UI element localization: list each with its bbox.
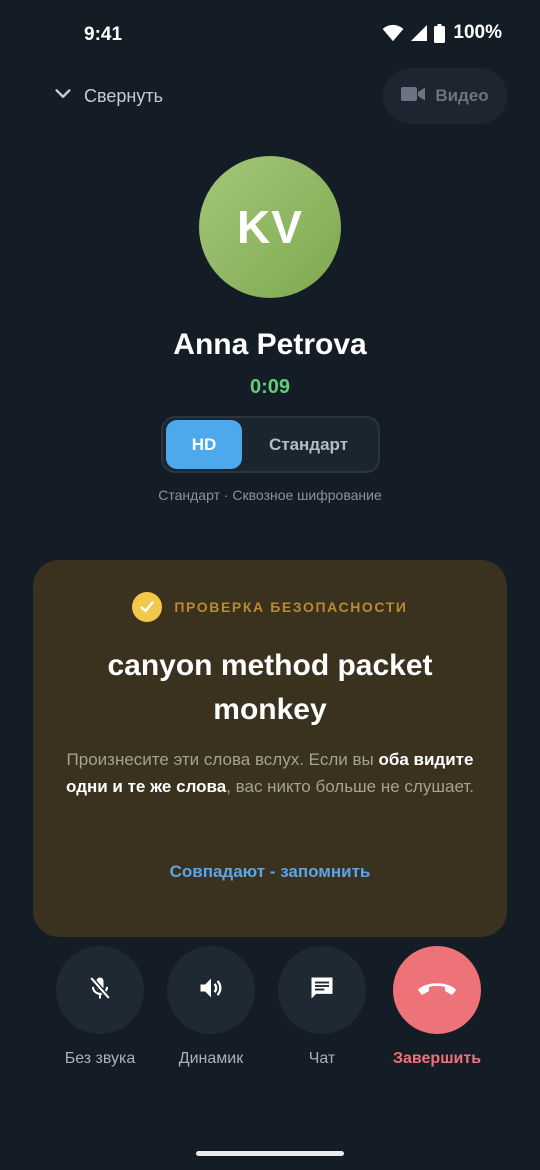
mic-off-icon xyxy=(86,974,114,1007)
battery-icon xyxy=(434,23,446,43)
end-call-label: Завершить xyxy=(392,1050,482,1067)
confirm-match-button[interactable]: Совпадают - запомнить xyxy=(33,862,507,882)
security-description-part2: , вас никто больше не слушает. xyxy=(226,777,474,796)
quality-toggle: HD Стандарт xyxy=(161,416,380,473)
video-label: Видео xyxy=(435,86,489,105)
end-call-button[interactable] xyxy=(393,946,481,1034)
speaker-label: Динамик xyxy=(178,1050,244,1067)
collapse-button[interactable]: Свернуть xyxy=(52,80,163,112)
mute-label: Без звука xyxy=(64,1050,136,1067)
wifi-icon xyxy=(382,24,404,42)
chat-icon xyxy=(308,974,336,1007)
cellular-signal-icon xyxy=(410,24,428,42)
mute-button[interactable] xyxy=(56,946,144,1034)
caller-name: Anna Petrova xyxy=(173,328,367,361)
control-mute: Без звука xyxy=(45,946,155,1068)
chat-label: Чат xyxy=(308,1050,336,1067)
battery-percentage: 100% xyxy=(453,22,502,43)
chat-button[interactable] xyxy=(278,946,366,1034)
security-header: ПРОВЕРКА БЕЗОПАСНОСТИ xyxy=(33,592,507,622)
call-controls: Без звука Динамик Чат Завершить xyxy=(0,946,540,1076)
video-button[interactable]: Видео xyxy=(383,68,507,124)
quality-subtitle: Стандарт · Сквозное шифрование xyxy=(158,487,382,503)
control-chat: Чат xyxy=(267,946,377,1068)
speaker-icon xyxy=(197,974,225,1007)
call-timer: 0:09 xyxy=(249,376,291,398)
avatar-initials: KV xyxy=(237,201,303,253)
quality-option-hd[interactable]: HD xyxy=(166,420,242,469)
avatar: KV xyxy=(199,156,341,298)
collapse-label: Свернуть xyxy=(84,85,163,106)
video-camera-icon xyxy=(401,85,426,108)
security-description: Произнесите эти слова вслух. Если вы оба… xyxy=(63,746,477,800)
control-end-call: Завершить xyxy=(382,946,492,1068)
home-indicator[interactable] xyxy=(196,1151,344,1156)
control-speaker: Динамик xyxy=(156,946,266,1068)
quality-option-standard[interactable]: Стандарт xyxy=(242,420,375,469)
chevron-down-icon xyxy=(52,83,74,110)
status-icons: 100% xyxy=(382,22,502,44)
status-time: 9:41 xyxy=(84,24,123,45)
checkmark-icon xyxy=(132,592,163,622)
status-bar: 9:41 100% xyxy=(0,0,540,70)
security-description-part1: Произнесите эти слова вслух. Если вы xyxy=(66,750,379,769)
security-verification-card: ПРОВЕРКА БЕЗОПАСНОСТИ canyon method pack… xyxy=(33,560,507,937)
security-words: canyon method packet monkey xyxy=(107,649,433,726)
security-title: ПРОВЕРКА БЕЗОПАСНОСТИ xyxy=(174,599,408,615)
call-end-icon xyxy=(415,977,459,1004)
speaker-button[interactable] xyxy=(167,946,255,1034)
